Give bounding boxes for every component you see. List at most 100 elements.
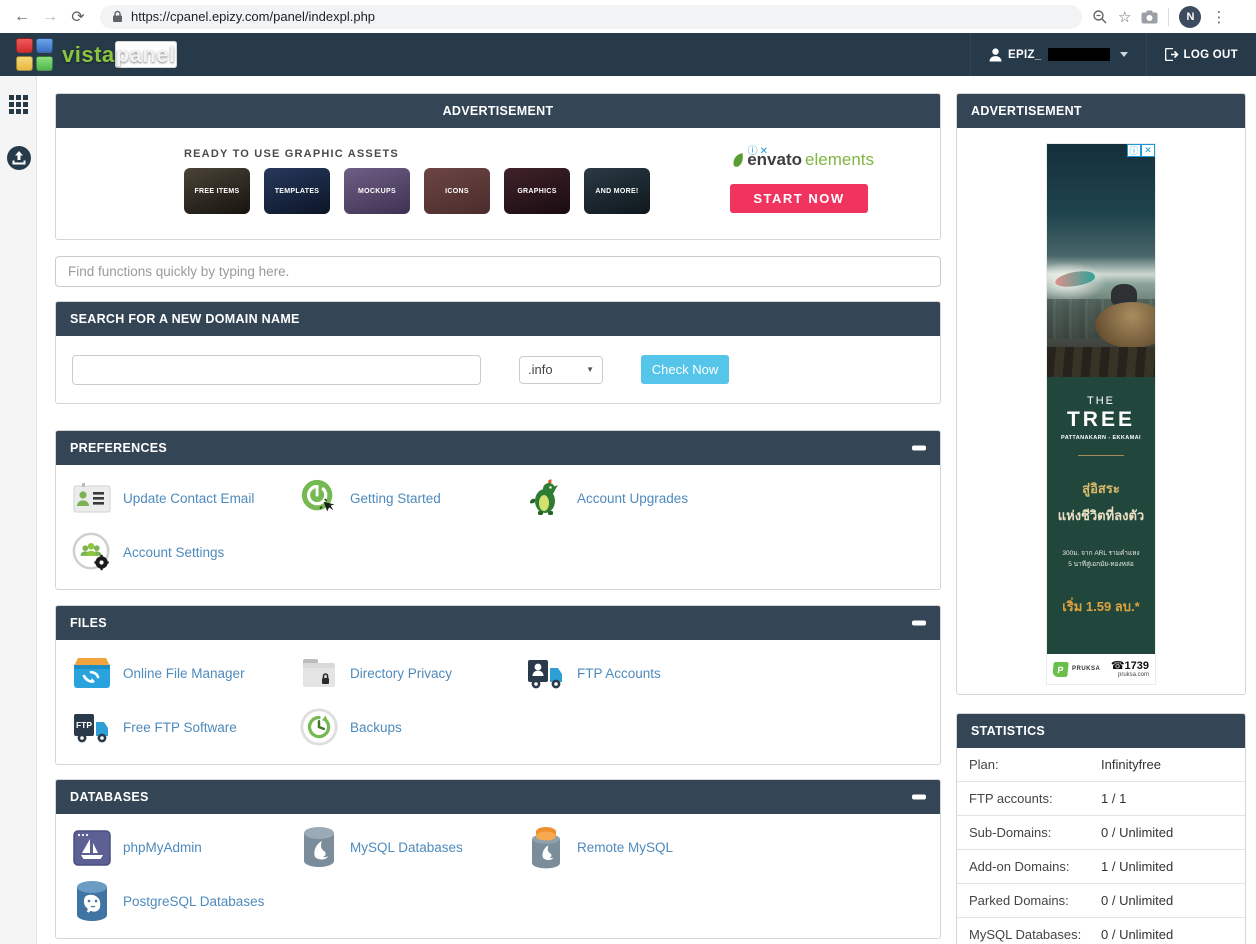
ad-footer-strip: P PRUKSA ☎1739 pruksa.com <box>1047 654 1155 684</box>
zoom-out-icon[interactable] <box>1092 9 1108 25</box>
ad-tile[interactable]: GRAPHICS <box>504 168 570 214</box>
adchoices-info-icon[interactable]: ⓘ <box>748 146 758 158</box>
statistics-header: STATISTICS <box>957 714 1245 748</box>
domain-search-header: SEARCH FOR A NEW DOMAIN NAME <box>56 302 940 336</box>
ad-tile[interactable]: ICONS <box>424 168 490 214</box>
start-now-button[interactable]: START NOW <box>730 184 868 213</box>
feature-remote-mysql[interactable]: Remote MySQL <box>525 820 752 874</box>
feature-account-settings[interactable]: Account Settings <box>71 525 298 579</box>
pruksa-ad[interactable]: THE TREE PATTANAKARN - EKKAMAI สู่อิสระ … <box>1047 144 1155 684</box>
ad-text-block: THE TREE PATTANAKARN - EKKAMAI สู่อิสระ … <box>1047 377 1155 654</box>
ad-price: เริ่ม 1.59 ลบ.* <box>1047 596 1155 617</box>
tld-select[interactable]: .info ▼ <box>519 356 603 384</box>
adchoices-close-icon[interactable]: ✕ <box>760 146 768 158</box>
postgresql-icon <box>71 880 113 922</box>
back-icon[interactable]: ← <box>8 8 36 26</box>
user-dropdown[interactable]: EPIZ_ <box>970 33 1145 76</box>
bookmark-star-icon[interactable]: ☆ <box>1118 8 1131 26</box>
ad-divider <box>1078 455 1124 456</box>
ad-phone: ☎1739 <box>1111 661 1149 672</box>
domain-search-panel: SEARCH FOR A NEW DOMAIN NAME .info ▼ Che… <box>55 301 941 404</box>
check-now-button[interactable]: Check Now <box>641 355 729 384</box>
logo-squares-icon <box>16 38 53 71</box>
phpmyadmin-icon <box>71 826 113 868</box>
databases-panel: DATABASES phpMyAdmin <box>55 779 941 939</box>
ad-site: pruksa.com <box>1111 672 1149 678</box>
file-manager-icon <box>71 652 113 694</box>
preferences-panel: PREFERENCES Update Contact Email <box>55 430 941 590</box>
upload-button[interactable] <box>0 138 37 178</box>
ftp-truck-icon: FTP <box>71 706 113 748</box>
stats-row: Parked Domains: 0 / Unlimited <box>957 884 1245 918</box>
upload-icon <box>6 145 32 171</box>
preferences-body: Update Contact Email Getting Started <box>56 465 940 589</box>
ad-thai-line1: สู่อิสระ <box>1047 478 1155 499</box>
backup-clock-icon <box>298 706 340 748</box>
browser-menu-icon[interactable]: ⋮ <box>1211 8 1226 26</box>
stats-row: Sub-Domains: 0 / Unlimited <box>957 816 1245 850</box>
ad-tile[interactable]: MOCKUPS <box>344 168 410 214</box>
feature-online-file-manager[interactable]: Online File Manager <box>71 646 298 700</box>
ad-tile[interactable]: AND MORE! <box>584 168 650 214</box>
feature-directory-privacy[interactable]: Directory Privacy <box>298 646 525 700</box>
mysql-cylinder-icon <box>298 826 340 868</box>
feature-getting-started[interactable]: Getting Started <box>298 471 525 525</box>
url-text[interactable]: https://cpanel.epizy.com/panel/indexpl.p… <box>131 9 375 24</box>
feature-account-upgrades[interactable]: Account Upgrades <box>525 471 752 525</box>
databases-header: DATABASES <box>56 780 940 814</box>
stats-row: Add-on Domains: 1 / Unlimited <box>957 850 1245 884</box>
folder-lock-icon <box>298 652 340 694</box>
feature-ftp-accounts[interactable]: FTP Accounts <box>525 646 752 700</box>
pruksa-brand: PRUKSA <box>1072 666 1100 672</box>
camera-icon[interactable] <box>1141 10 1158 24</box>
feature-backups[interactable]: Backups <box>298 700 525 754</box>
domain-name-input[interactable] <box>72 355 481 385</box>
adchoices-close-icon[interactable]: ✕ <box>1141 144 1155 157</box>
app-navbar: vistapanel EPIZ_ LOG OUT <box>0 33 1256 76</box>
forward-icon[interactable]: → <box>36 8 64 26</box>
reload-icon[interactable]: ⟳ <box>64 7 92 27</box>
feature-update-contact-email[interactable]: Update Contact Email <box>71 471 298 525</box>
domain-search-body: .info ▼ Check Now <box>56 336 940 403</box>
username-redaction <box>1048 48 1110 61</box>
stats-row: Plan: Infinityfree <box>957 748 1245 782</box>
tld-selected: .info <box>528 362 553 377</box>
files-panel: FILES Online File Manager <box>55 605 941 765</box>
browser-avatar[interactable]: N <box>1179 6 1201 28</box>
statistics-panel: STATISTICS Plan: Infinityfree FTP accoun… <box>956 713 1246 944</box>
ad-photo <box>1047 144 1155 377</box>
ad-tile[interactable]: TEMPLATES <box>264 168 330 214</box>
ad-location: PATTANAKARN - EKKAMAI <box>1047 435 1155 441</box>
quick-find-input[interactable] <box>55 256 941 287</box>
collapse-icon[interactable] <box>912 446 926 451</box>
user-label: EPIZ_ <box>1008 49 1041 61</box>
envato-ad[interactable]: READY TO USE GRAPHIC ASSETS FREE ITEMS T… <box>128 148 888 224</box>
top-ad-body: READY TO USE GRAPHIC ASSETS FREE ITEMS T… <box>56 128 940 239</box>
statistics-table: Plan: Infinityfree FTP accounts: 1 / 1 S… <box>957 748 1245 944</box>
collapse-icon[interactable] <box>912 795 926 800</box>
feature-phpmyadmin[interactable]: phpMyAdmin <box>71 820 298 874</box>
ad-tile[interactable]: FREE ITEMS <box>184 168 250 214</box>
collapse-icon[interactable] <box>912 621 926 626</box>
side-ad-header: ADVERTISEMENT <box>957 94 1245 128</box>
select-caret-icon: ▼ <box>586 365 594 374</box>
account-settings-icon <box>71 531 113 573</box>
feature-free-ftp-software[interactable]: FTP Free FTP Software <box>71 700 298 754</box>
apps-grid-button[interactable] <box>0 84 37 124</box>
svg-text:FTP: FTP <box>76 720 92 730</box>
files-body: Online File Manager Directory Privacy <box>56 640 940 764</box>
ad-choices: ⓘ ✕ <box>1127 144 1155 157</box>
logout-icon <box>1165 48 1179 61</box>
vistapanel-logo[interactable]: vistapanel <box>16 38 177 71</box>
logout-button[interactable]: LOG OUT <box>1146 33 1256 76</box>
feature-mysql-databases[interactable]: MySQL Databases <box>298 820 525 874</box>
stats-row: MySQL Databases: 0 / Unlimited <box>957 918 1245 944</box>
files-header: FILES <box>56 606 940 640</box>
preferences-header: PREFERENCES <box>56 431 940 465</box>
feature-postgresql-databases[interactable]: PostgreSQL Databases <box>71 874 298 928</box>
url-bar[interactable]: https://cpanel.epizy.com/panel/indexpl.p… <box>100 5 1082 29</box>
getting-started-icon <box>298 477 340 519</box>
ad-details: 300ม. จาก ARL รามคำแหง 5 นาทีสู่เอกมัย-ท… <box>1047 548 1155 570</box>
lock-icon <box>112 10 123 23</box>
adchoices-info-icon[interactable]: ⓘ <box>1127 144 1141 157</box>
